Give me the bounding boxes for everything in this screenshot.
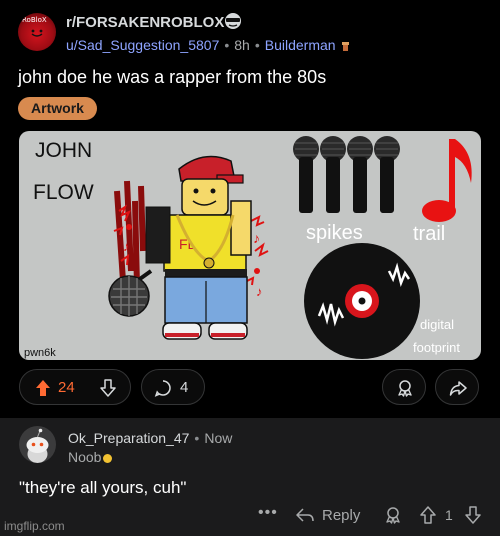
meta-separator: • (254, 37, 260, 53)
comment-flair-label: Noob (68, 449, 102, 465)
comment-meta: Ok_Preparation_47 • Now (68, 430, 232, 446)
art-text-john: JOHN (35, 139, 93, 162)
speech-bubble-icon (154, 380, 171, 397)
smiley-face-icon (31, 29, 43, 37)
share-icon (449, 381, 467, 396)
music-note-illustration (422, 139, 472, 222)
post-tag[interactable]: Artwork (18, 97, 97, 120)
subreddit-name[interactable]: r/FORSAKENROBLOX (66, 14, 224, 31)
comment-body: "they're all yours, cuh" (19, 478, 187, 497)
subreddit-avatar-text: RoBloX (22, 16, 47, 24)
more-options-button[interactable]: ••• (258, 504, 278, 522)
sunglasses-emoji-icon (225, 13, 241, 29)
post-author[interactable]: u/Sad_Suggestion_5807 (66, 37, 219, 53)
award-icon (398, 380, 412, 397)
award-icon[interactable] (384, 506, 402, 524)
vinyl-record-illustration (304, 243, 420, 359)
art-text-footprint: footprint (413, 340, 460, 355)
reply-arrow-icon (296, 508, 314, 522)
comment-count: 4 (180, 379, 189, 396)
arrow-up-icon[interactable] (420, 506, 436, 524)
builderman-flair-icon (342, 41, 350, 51)
imgflip-watermark: imgflip.com (4, 519, 65, 533)
comment-flair: Noob (68, 449, 113, 465)
award-button[interactable] (382, 369, 426, 405)
subreddit-avatar[interactable]: RoBloX (18, 13, 56, 51)
artwork-illustration: ♪ ♪ ♪ FL (108, 136, 472, 359)
noob-flair-icon (103, 453, 113, 463)
svg-text:♪: ♪ (253, 230, 260, 246)
vote-control: 24 (19, 369, 131, 405)
user-flair: Builderman (264, 37, 336, 53)
arrow-up-icon[interactable] (35, 379, 51, 397)
reply-label: Reply (322, 507, 361, 524)
art-text-digital: digital (420, 317, 454, 332)
meta-separator: • (194, 430, 200, 446)
meta-separator: • (224, 37, 230, 53)
post-title[interactable]: john doe he was a rapper from the 80s (18, 67, 326, 88)
comment-card: Ok_Preparation_47 • Now Noob "they're all … (0, 418, 500, 536)
share-button[interactable] (435, 369, 479, 405)
svg-text:♪: ♪ (123, 239, 130, 254)
post-age: 8h (234, 37, 250, 53)
snoo-avatar-icon (26, 428, 49, 463)
art-signature: pwn6k (24, 347, 56, 359)
comment-score: 1 (445, 507, 453, 523)
post-meta: u/Sad_Suggestion_5807 • 8h • Builderman (66, 37, 350, 53)
comment-action-bar: ••• Reply 1 (0, 504, 500, 528)
comments-button[interactable]: 4 (141, 369, 205, 405)
svg-text:♪: ♪ (256, 284, 263, 299)
comment-avatar[interactable] (19, 426, 56, 463)
art-text-flow: FLOW (33, 181, 94, 204)
arrow-down-icon[interactable] (100, 379, 116, 397)
comment-age: Now (204, 430, 233, 446)
arrow-down-icon[interactable] (465, 506, 481, 524)
post-image[interactable]: ♪ ♪ ♪ FL JOHN FLOW spikes trail digital … (19, 131, 481, 360)
post-card: RoBloX r/FORSAKENROBLOX u/Sad_Suggestion… (0, 0, 500, 407)
upvote-count: 24 (58, 379, 75, 396)
art-text-trail: trail (413, 223, 446, 245)
art-text-spikes: spikes (306, 222, 363, 244)
microphones-illustration (293, 136, 400, 213)
comment-author[interactable]: Ok_Preparation_47 (68, 430, 189, 446)
